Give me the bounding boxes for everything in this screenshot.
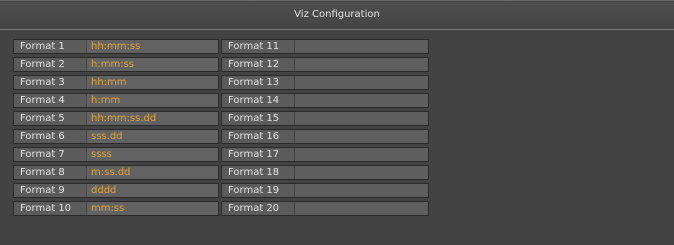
format-row-6: Format 6 sss.dd xyxy=(13,129,219,144)
format-row-3: Format 3 hh:mm xyxy=(13,75,219,90)
format-label: Format 19 xyxy=(228,185,280,196)
format-label: Format 17 xyxy=(228,149,280,160)
format-value-field[interactable]: ssss xyxy=(86,148,218,161)
format-row-9: Format 9 dddd xyxy=(13,183,219,198)
format-label: Format 4 xyxy=(20,95,65,106)
format-label: Format 13 xyxy=(228,77,280,88)
format-label: Format 7 xyxy=(20,149,65,160)
format-value-field[interactable]: hh:mm xyxy=(86,76,218,89)
format-label: Format 5 xyxy=(20,113,65,124)
format-value-field[interactable] xyxy=(294,112,428,125)
title-bar: Viz Configuration xyxy=(0,2,674,30)
format-value-field[interactable]: dddd xyxy=(86,184,218,197)
format-value-field[interactable]: mm:ss xyxy=(86,202,218,215)
format-row-10: Format 10 mm:ss xyxy=(13,201,219,216)
format-value-field[interactable] xyxy=(294,58,428,71)
format-label: Format 2 xyxy=(20,59,65,70)
format-row-17: Format 17 xyxy=(221,147,429,162)
format-row-18: Format 18 xyxy=(221,165,429,180)
format-row-4: Format 4 h:mm xyxy=(13,93,219,108)
format-label: Format 6 xyxy=(20,131,65,142)
viz-configuration-window: Viz Configuration Format 1 hh:mm:ss Form… xyxy=(0,0,674,245)
format-value-field[interactable] xyxy=(294,76,428,89)
format-row-2: Format 2 h:mm:ss xyxy=(13,57,219,72)
format-label: Format 10 xyxy=(20,203,72,214)
format-value-field[interactable] xyxy=(294,166,428,179)
format-label: Format 9 xyxy=(20,185,65,196)
format-row-15: Format 15 xyxy=(221,111,429,126)
format-value-field[interactable]: h:mm:ss xyxy=(86,58,218,71)
format-value-field[interactable]: m:ss.dd xyxy=(86,166,218,179)
format-row-20: Format 20 xyxy=(221,201,429,216)
format-label: Format 12 xyxy=(228,59,280,70)
format-label: Format 8 xyxy=(20,167,65,178)
format-label: Format 1 xyxy=(20,41,65,52)
format-label: Format 11 xyxy=(228,41,280,52)
format-value-field[interactable] xyxy=(294,40,428,53)
format-value-field[interactable]: hh:mm:ss.dd xyxy=(86,112,218,125)
format-row-14: Format 14 xyxy=(221,93,429,108)
format-row-11: Format 11 xyxy=(221,39,429,54)
format-value-field[interactable] xyxy=(294,184,428,197)
format-value-field[interactable] xyxy=(294,94,428,107)
window-title: Viz Configuration xyxy=(294,9,380,20)
format-row-1: Format 1 hh:mm:ss xyxy=(13,39,219,54)
format-label: Format 16 xyxy=(228,131,280,142)
format-row-19: Format 19 xyxy=(221,183,429,198)
format-row-5: Format 5 hh:mm:ss.dd xyxy=(13,111,219,126)
format-row-13: Format 13 xyxy=(221,75,429,90)
format-value-field[interactable] xyxy=(294,202,428,215)
format-row-8: Format 8 m:ss.dd xyxy=(13,165,219,180)
format-label: Format 15 xyxy=(228,113,280,124)
format-label: Format 18 xyxy=(228,167,280,178)
format-value-field[interactable]: hh:mm:ss xyxy=(86,40,218,53)
format-value-field[interactable] xyxy=(294,148,428,161)
format-label: Format 3 xyxy=(20,77,65,88)
format-row-16: Format 16 xyxy=(221,129,429,144)
format-label: Format 20 xyxy=(228,203,280,214)
format-value-field[interactable]: h:mm xyxy=(86,94,218,107)
format-row-7: Format 7 ssss xyxy=(13,147,219,162)
format-row-12: Format 12 xyxy=(221,57,429,72)
format-label: Format 14 xyxy=(228,95,280,106)
format-value-field[interactable]: sss.dd xyxy=(86,130,218,143)
format-value-field[interactable] xyxy=(294,130,428,143)
